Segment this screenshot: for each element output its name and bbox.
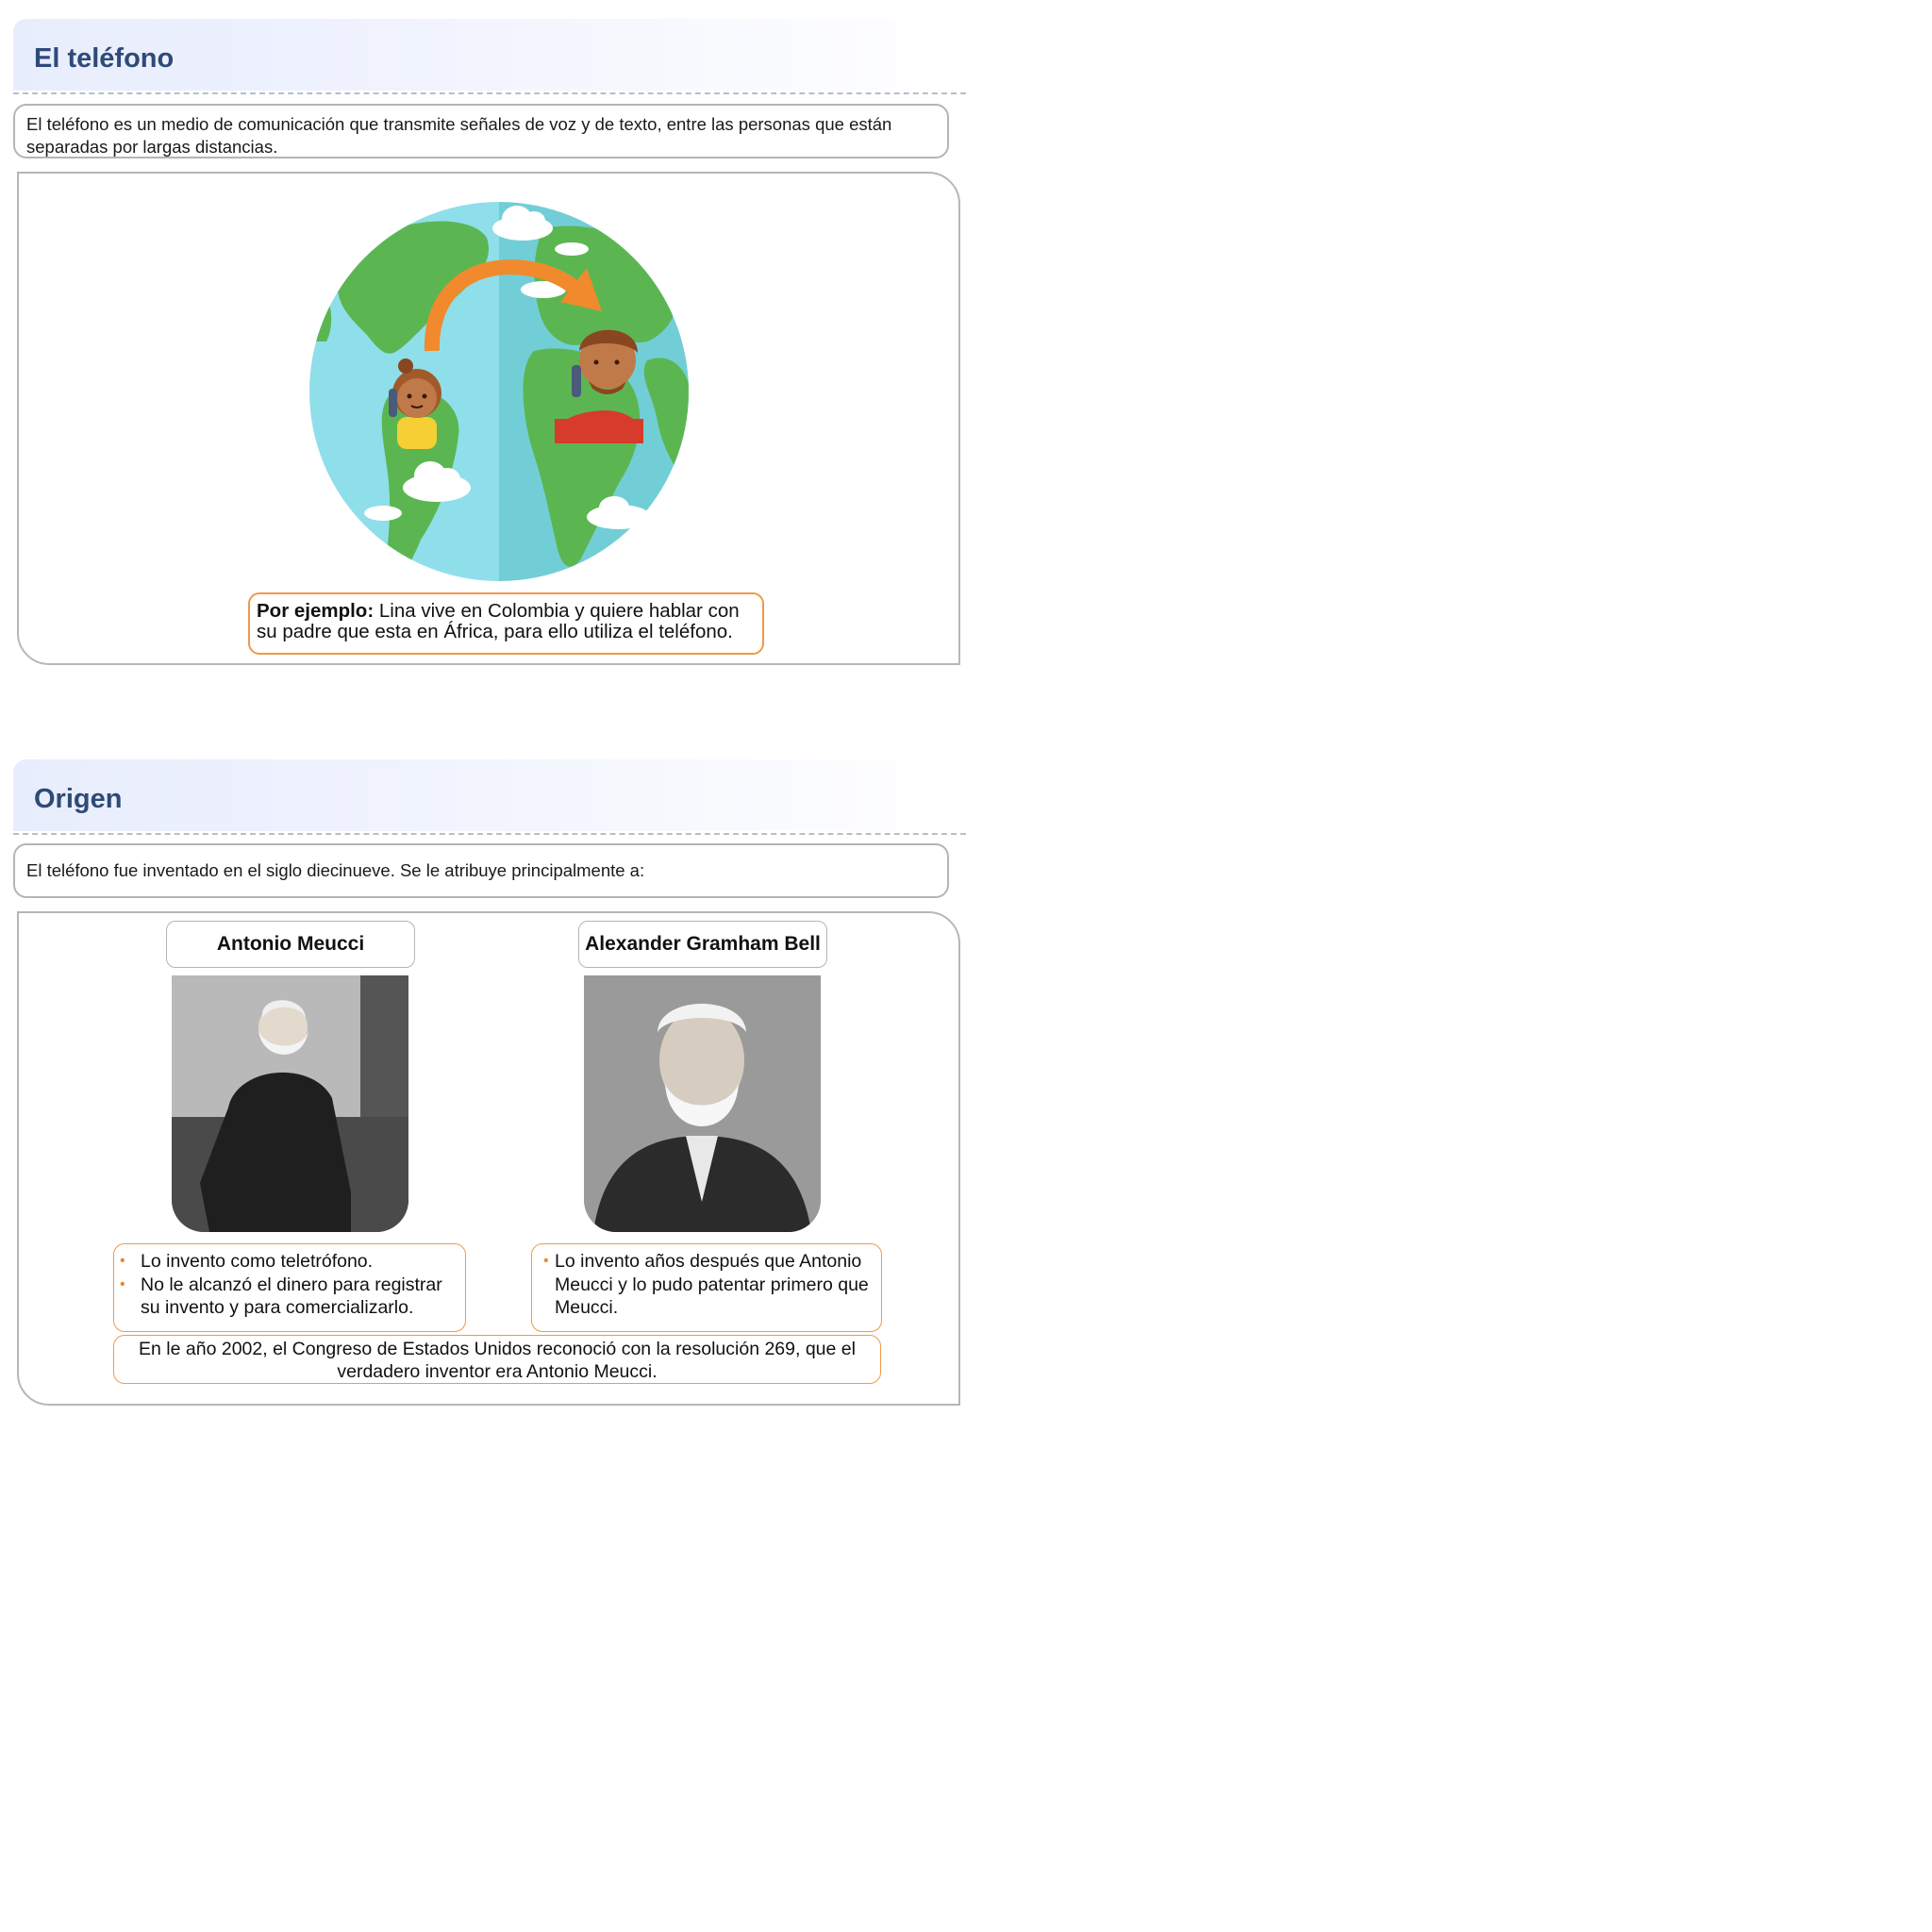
bullet-icon: • bbox=[543, 1253, 549, 1269]
origin-intro-box: El teléfono fue inventado en el siglo di… bbox=[13, 843, 949, 898]
section-header-telefono: El teléfono bbox=[13, 19, 966, 91]
divider bbox=[13, 92, 966, 94]
resolution-note: En le año 2002, el Congreso de Estados U… bbox=[113, 1335, 881, 1384]
origin-intro-text: El teléfono fue inventado en el siglo di… bbox=[26, 860, 645, 880]
meucci-portrait bbox=[172, 975, 408, 1232]
list-item: • No le alcanzó el dinero para registrar … bbox=[120, 1274, 442, 1319]
section-title: Origen bbox=[34, 784, 123, 814]
divider bbox=[13, 833, 966, 835]
inventor-name-bell: Alexander Gramham Bell bbox=[578, 921, 827, 968]
bullet-icon: • bbox=[120, 1275, 125, 1292]
bell-notes: • Lo invento años después que Antonio Meu… bbox=[531, 1243, 882, 1332]
section-header-origen: Origen bbox=[13, 759, 966, 831]
list-item: • Lo invento años después que Antonio Meu… bbox=[543, 1251, 869, 1318]
definition-box: El teléfono es un medio de comunicación … bbox=[13, 104, 949, 158]
example-label: Por ejemplo: bbox=[257, 600, 375, 622]
example-box: Por ejemplo: Lina vive en Colombia y qui… bbox=[248, 592, 764, 655]
globe-phone-illustration bbox=[309, 202, 689, 581]
inventor-name-meucci: Antonio Meucci bbox=[166, 921, 415, 968]
bell-portrait bbox=[584, 975, 821, 1232]
list-item: • Lo invento como teletrófono. bbox=[120, 1251, 374, 1272]
definition-text: El teléfono es un medio de comunicación … bbox=[26, 114, 892, 157]
bullet-icon: • bbox=[120, 1253, 125, 1269]
meucci-notes: • Lo invento como teletrófono. • No le alc… bbox=[113, 1243, 466, 1332]
section-title: El teléfono bbox=[34, 43, 175, 74]
resolution-text: En le año 2002, el Congreso de Estados U… bbox=[139, 1339, 856, 1382]
